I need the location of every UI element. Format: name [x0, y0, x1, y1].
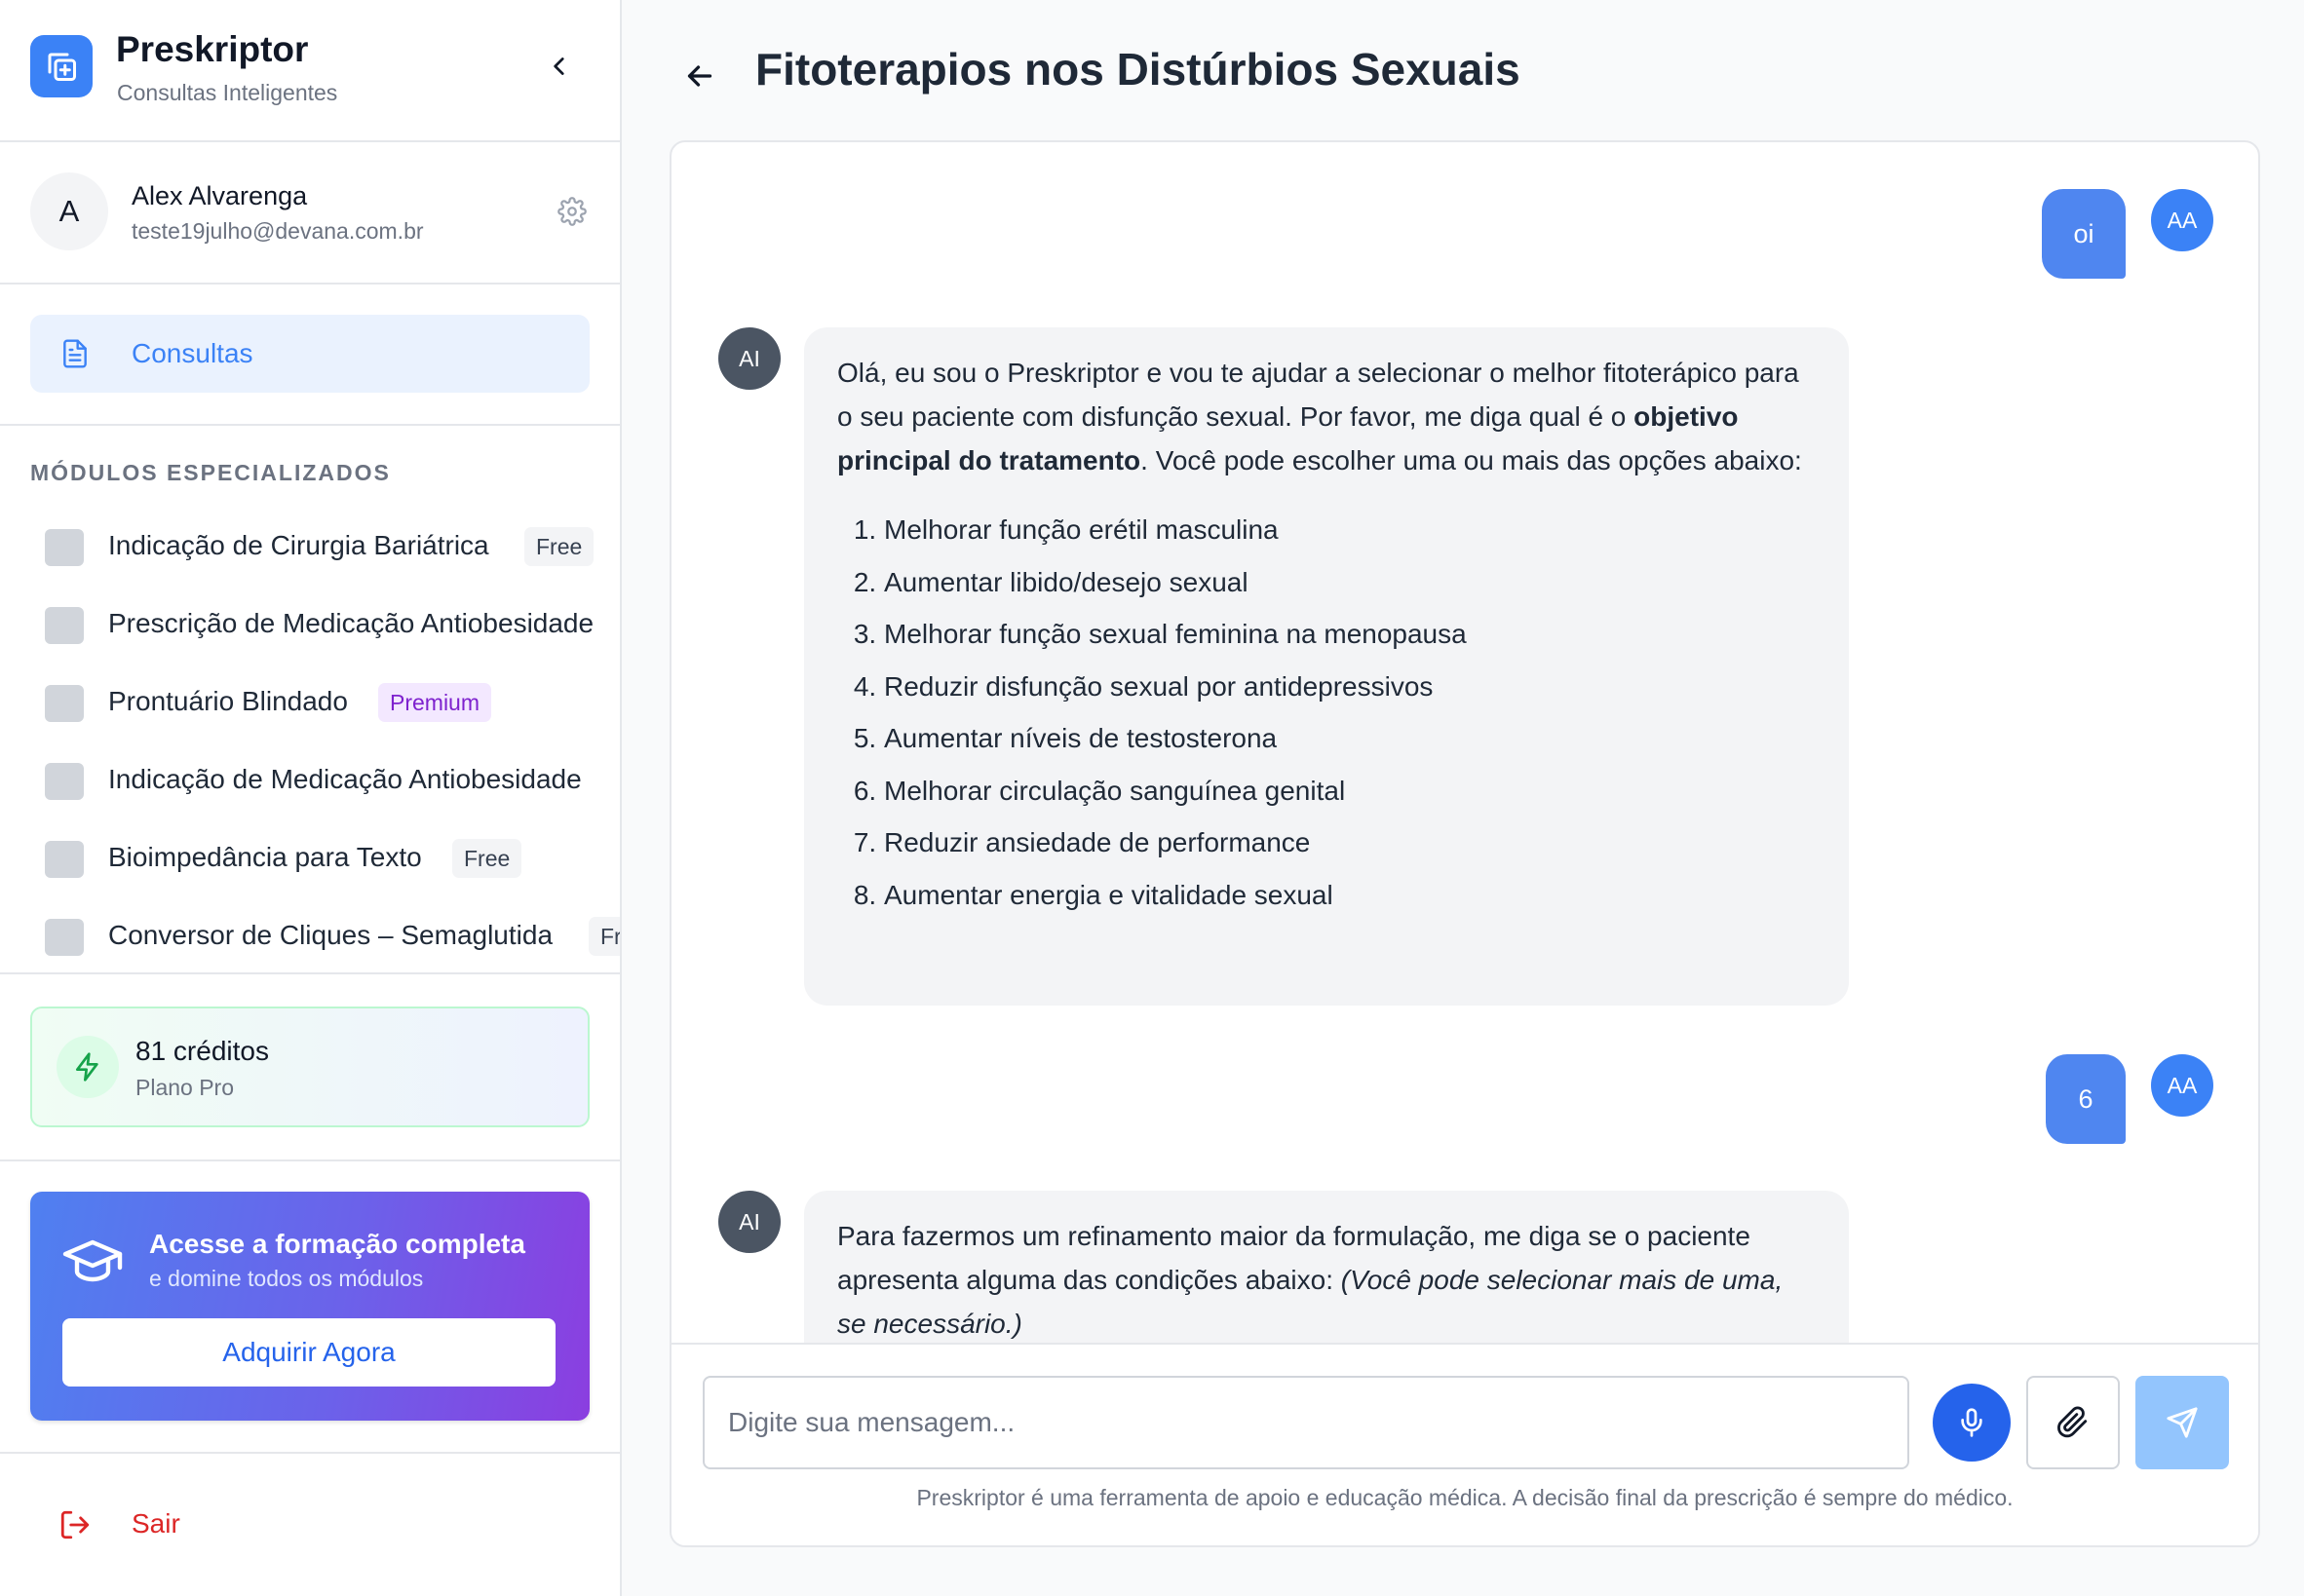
app-logo-icon: [30, 35, 93, 97]
credits-amount: 81 créditos: [135, 1036, 269, 1066]
module-name: Indicação de Cirurgia Bariátrica: [108, 530, 489, 560]
sidebar-item-label: Consultas: [132, 338, 253, 368]
option-item: Reduzir disfunção sexual por antidepress…: [884, 661, 1816, 713]
module-name: Conversor de Cliques – Semaglutida: [108, 920, 554, 950]
settings-button[interactable]: [557, 197, 591, 230]
module-item[interactable]: Prescrição de Medicação Antiobesidade: [45, 601, 620, 648]
ai-avatar: AI: [718, 327, 781, 390]
sidebar-header: Preskriptor Consultas Inteligentes: [0, 0, 620, 142]
app-title: Preskriptor: [116, 29, 309, 69]
module-checkbox[interactable]: [45, 607, 84, 644]
ai-message-text: Olá, eu sou o Preskriptor e vou te ajuda…: [837, 358, 1802, 475]
message-list[interactable]: oi AA AI Olá, eu sou o Preskriptor e vou…: [672, 142, 2258, 1343]
module-name: Bioimpedância para Texto: [108, 842, 422, 872]
arrow-left-icon: [687, 65, 712, 87]
user-avatar: AA: [2151, 189, 2213, 251]
option-item: Aumentar libido/desejo sexual: [884, 556, 1816, 609]
user-message: oi: [2042, 189, 2126, 279]
user-profile: A Alex Alvarenga teste19julho@devana.com…: [0, 142, 620, 285]
send-button[interactable]: [2135, 1376, 2229, 1469]
module-name: Indicação de Medicação Antiobesidade: [108, 764, 582, 794]
module-checkbox[interactable]: [45, 685, 84, 722]
send-icon: [2167, 1407, 2198, 1438]
divider: [0, 424, 620, 426]
free-badge: Free: [524, 527, 595, 566]
voice-input-button[interactable]: [1933, 1384, 2011, 1462]
ai-message-text: Para fazermos um refinamento maior da fo…: [837, 1221, 1784, 1339]
avatar: A: [30, 172, 108, 250]
module-checkbox[interactable]: [45, 841, 84, 878]
user-name: Alex Alvarenga: [132, 181, 308, 210]
lightning-icon: [57, 1036, 119, 1098]
user-avatar: AA: [2151, 1054, 2213, 1117]
app-subtitle: Consultas Inteligentes: [117, 80, 338, 105]
module-item[interactable]: Bioimpedância para Texto Free: [45, 835, 620, 882]
back-button[interactable]: [682, 58, 721, 97]
option-item: Melhorar circulação sanguínea genital: [884, 765, 1816, 817]
divider: [0, 1452, 620, 1454]
collapse-sidebar-button[interactable]: [542, 49, 577, 84]
disclaimer-text: Preskriptor é uma ferramenta de apoio e …: [916, 1485, 2014, 1510]
buy-now-button[interactable]: Adquirir Agora: [62, 1318, 556, 1387]
promo-subtitle: e domine todos os módulos: [149, 1266, 424, 1291]
microphone-icon: [1961, 1408, 1982, 1437]
module-item[interactable]: Indicação de Cirurgia Bariátrica Free: [45, 523, 620, 570]
user-message: 6: [2046, 1054, 2126, 1144]
logout-button[interactable]: Sair: [58, 1504, 253, 1547]
module-item[interactable]: Conversor de Cliques – Semaglutida Fr: [45, 913, 620, 960]
attach-file-button[interactable]: [2026, 1376, 2120, 1469]
promo-title: Acesse a formação completa: [149, 1229, 525, 1259]
modules-section-title: MÓDULOS ESPECIALIZADOS: [30, 460, 391, 485]
module-name: Prontuário Blindado: [108, 686, 348, 716]
divider: [0, 1159, 620, 1161]
chat-panel: oi AA AI Olá, eu sou o Preskriptor e vou…: [670, 140, 2260, 1547]
module-name: Prescrição de Medicação Antiobesidade: [108, 608, 595, 638]
module-item[interactable]: Indicação de Medicação Antiobesidade: [45, 757, 620, 804]
promo-card: Acesse a formação completa e domine todo…: [30, 1192, 590, 1421]
options-list: Melhorar função erétil masculina Aumenta…: [837, 504, 1816, 921]
gear-icon: [557, 197, 587, 226]
document-icon: [63, 339, 87, 368]
option-item: Reduzir ansiedade de performance: [884, 817, 1816, 869]
chevron-left-icon: [554, 57, 564, 75]
option-item: Aumentar energia e vitalidade sexual: [884, 869, 1816, 922]
message-input[interactable]: [703, 1376, 1909, 1469]
module-checkbox[interactable]: [45, 763, 84, 800]
ai-message: Para fazermos um refinamento maior da fo…: [804, 1191, 1849, 1343]
sidebar-item-consultas[interactable]: Consultas: [30, 315, 590, 393]
free-badge: Fr: [589, 917, 620, 956]
plan-name: Plano Pro: [135, 1075, 235, 1100]
page-title: Fitoterapios nos Distúrbios Sexuais: [755, 44, 1520, 95]
paperclip-icon: [2057, 1406, 2088, 1438]
option-item: Melhorar função erétil masculina: [884, 504, 1816, 556]
logout-label: Sair: [132, 1508, 180, 1539]
graduation-cap-icon: [62, 1239, 123, 1282]
module-item[interactable]: Prontuário Blindado Premium: [45, 679, 620, 726]
module-checkbox[interactable]: [45, 919, 84, 956]
ai-avatar: AI: [718, 1191, 781, 1253]
premium-badge: Premium: [378, 683, 492, 722]
composer: Preskriptor é uma ferramenta de apoio e …: [672, 1343, 2258, 1545]
user-email: teste19julho@devana.com.br: [132, 218, 424, 244]
logout-icon: [60, 1510, 90, 1539]
credits-card: 81 créditos Plano Pro: [30, 1007, 590, 1127]
sidebar: Preskriptor Consultas Inteligentes A Ale…: [0, 0, 622, 1596]
option-item: Melhorar função sexual feminina na menop…: [884, 608, 1816, 661]
divider: [0, 972, 620, 974]
module-checkbox[interactable]: [45, 529, 84, 566]
ai-message: Olá, eu sou o Preskriptor e vou te ajuda…: [804, 327, 1849, 1006]
option-item: Aumentar níveis de testosterona: [884, 712, 1816, 765]
free-badge: Free: [452, 839, 522, 878]
